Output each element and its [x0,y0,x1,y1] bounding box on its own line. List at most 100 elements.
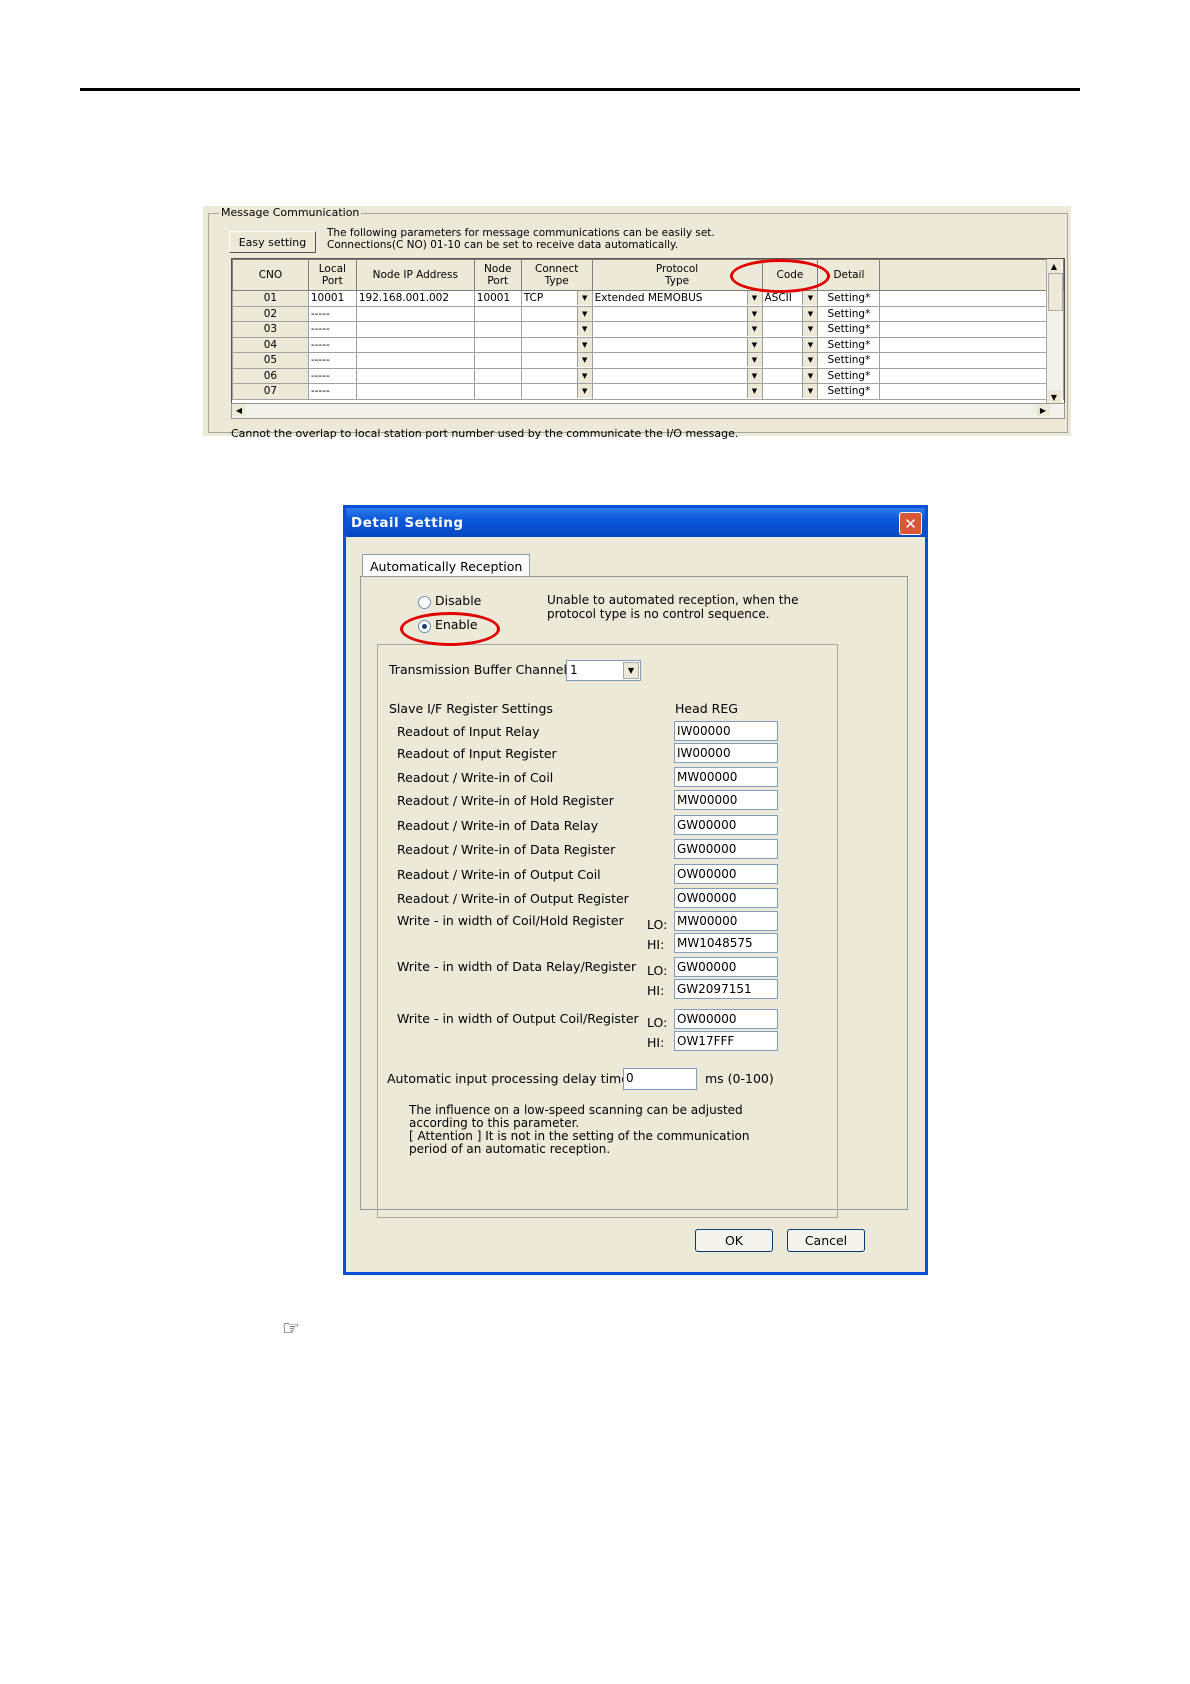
cell-protocol[interactable]: ▼ [591,383,763,400]
cell-local-port[interactable]: ----- [307,352,357,369]
easy-setting-button[interactable]: Easy setting [229,231,316,253]
scroll-right-icon[interactable]: ▶ [1036,404,1050,416]
cell-node-ip[interactable] [355,336,475,353]
cell-node-port[interactable] [473,305,522,322]
chevron-down-icon[interactable]: ▼ [802,291,817,305]
cell-code[interactable]: ▼ [761,336,819,353]
cell-node-ip[interactable] [355,383,475,400]
chevron-down-icon[interactable]: ▼ [746,353,762,367]
head-reg-input[interactable]: IW00000 [674,721,778,741]
cell-local-port[interactable]: ----- [307,383,357,400]
vertical-scrollbar[interactable]: ▲ ▼ [1046,259,1063,404]
chevron-down-icon[interactable]: ▼ [576,291,592,305]
ok-button[interactable]: OK [695,1229,773,1252]
cell-connect-type[interactable]: ▼ [520,352,593,369]
cell-local-port[interactable]: ----- [307,305,357,322]
chevron-down-icon[interactable]: ▼ [746,337,762,352]
cell-connect-type[interactable]: ▼ [520,383,593,400]
chevron-down-icon[interactable]: ▼ [802,368,817,383]
cell-code[interactable]: ASCII ▼ [761,290,819,307]
cell-node-port[interactable] [473,352,522,369]
disable-radio[interactable] [418,596,431,609]
chevron-down-icon[interactable]: ▼ [576,353,592,367]
cell-local-port[interactable]: 10001 [307,290,357,307]
cell-node-ip[interactable] [355,321,475,338]
cell-node-ip[interactable] [355,367,475,384]
cell-node-ip[interactable] [355,305,475,322]
cell-protocol[interactable]: ▼ [591,352,763,369]
chevron-down-icon[interactable]: ▼ [802,384,817,398]
head-reg-input[interactable]: OW00000 [674,864,778,884]
head-reg-input[interactable]: OW00000 [674,888,778,908]
chevron-down-icon[interactable]: ▼ [746,306,762,321]
lo-input[interactable]: MW00000 [674,911,778,931]
cell-connect-type[interactable]: ▼ [520,367,593,384]
chevron-down-icon[interactable]: ▼ [746,384,762,398]
cancel-button[interactable]: Cancel [787,1229,865,1252]
cell-detail[interactable]: Setting* [817,305,881,322]
cell-connect-type[interactable]: ▼ [520,321,593,338]
chevron-down-icon[interactable]: ▼ [802,353,817,367]
cell-detail[interactable]: Setting* [817,321,881,338]
cell-code[interactable]: ▼ [761,383,819,400]
delay-input[interactable]: 0 [623,1068,697,1090]
cell-code[interactable]: ▼ [761,321,819,338]
scroll-thumb[interactable] [1048,273,1063,311]
chevron-down-icon[interactable]: ▼ [623,662,639,679]
chevron-down-icon[interactable]: ▼ [576,306,592,321]
chevron-down-icon[interactable]: ▼ [576,337,592,352]
chevron-down-icon[interactable]: ▼ [576,368,592,383]
scroll-down-icon[interactable]: ▼ [1047,390,1061,404]
scroll-up-icon[interactable]: ▲ [1047,259,1061,273]
tab-automatically-reception[interactable]: Automatically Reception [362,554,531,577]
horizontal-scrollbar[interactable]: ◀ ▶ [231,403,1065,419]
cell-node-port[interactable] [473,321,522,338]
hi-input[interactable]: OW17FFF [674,1031,778,1051]
lo-input[interactable]: OW00000 [674,1009,778,1029]
cell-protocol[interactable]: ▼ [591,336,763,353]
chevron-down-icon[interactable]: ▼ [746,291,762,305]
chevron-down-icon[interactable]: ▼ [802,306,817,321]
scroll-left-icon[interactable]: ◀ [232,404,246,416]
chevron-down-icon[interactable]: ▼ [576,384,592,398]
head-reg-input[interactable]: MW00000 [674,767,778,787]
cell-protocol[interactable]: Extended MEMOBUS ▼ [591,290,763,307]
chevron-down-icon[interactable]: ▼ [802,322,817,336]
cell-detail[interactable]: Setting* [817,290,881,307]
hi-input[interactable]: GW2097151 [674,979,778,999]
cell-detail[interactable]: Setting* [817,352,881,369]
cell-protocol[interactable]: ▼ [591,367,763,384]
close-icon[interactable]: ✕ [899,512,922,535]
head-reg-input[interactable]: IW00000 [674,743,778,763]
cell-connect-type[interactable]: TCP ▼ [520,290,593,307]
cell-node-port[interactable] [473,383,522,400]
buffer-channel-select[interactable]: 1 ▼ [566,660,641,681]
cell-code[interactable]: ▼ [761,352,819,369]
cell-detail[interactable]: Setting* [817,367,881,384]
cell-connect-type[interactable]: ▼ [520,336,593,353]
chevron-down-icon[interactable]: ▼ [746,368,762,383]
disable-label[interactable]: Disable [435,593,481,608]
cell-node-port[interactable] [473,336,522,353]
cell-local-port[interactable]: ----- [307,367,357,384]
cell-code[interactable]: ▼ [761,367,819,384]
cell-detail[interactable]: Setting* [817,336,881,353]
hi-input[interactable]: MW1048575 [674,933,778,953]
head-reg-input[interactable]: GW00000 [674,839,778,859]
cell-protocol[interactable]: ▼ [591,321,763,338]
chevron-down-icon[interactable]: ▼ [802,337,817,352]
lo-input[interactable]: GW00000 [674,957,778,977]
cell-node-port[interactable]: 10001 [473,290,522,307]
cell-node-ip[interactable] [355,352,475,369]
cell-local-port[interactable]: ----- [307,321,357,338]
chevron-down-icon[interactable]: ▼ [746,322,762,336]
cell-node-port[interactable] [473,367,522,384]
cell-local-port[interactable]: ----- [307,336,357,353]
head-reg-input[interactable]: MW00000 [674,790,778,810]
chevron-down-icon[interactable]: ▼ [576,322,592,336]
head-reg-input[interactable]: GW00000 [674,815,778,835]
cell-code[interactable]: ▼ [761,305,819,322]
cell-protocol[interactable]: ▼ [591,305,763,322]
cell-detail[interactable]: Setting* [817,383,881,400]
cell-connect-type[interactable]: ▼ [520,305,593,322]
